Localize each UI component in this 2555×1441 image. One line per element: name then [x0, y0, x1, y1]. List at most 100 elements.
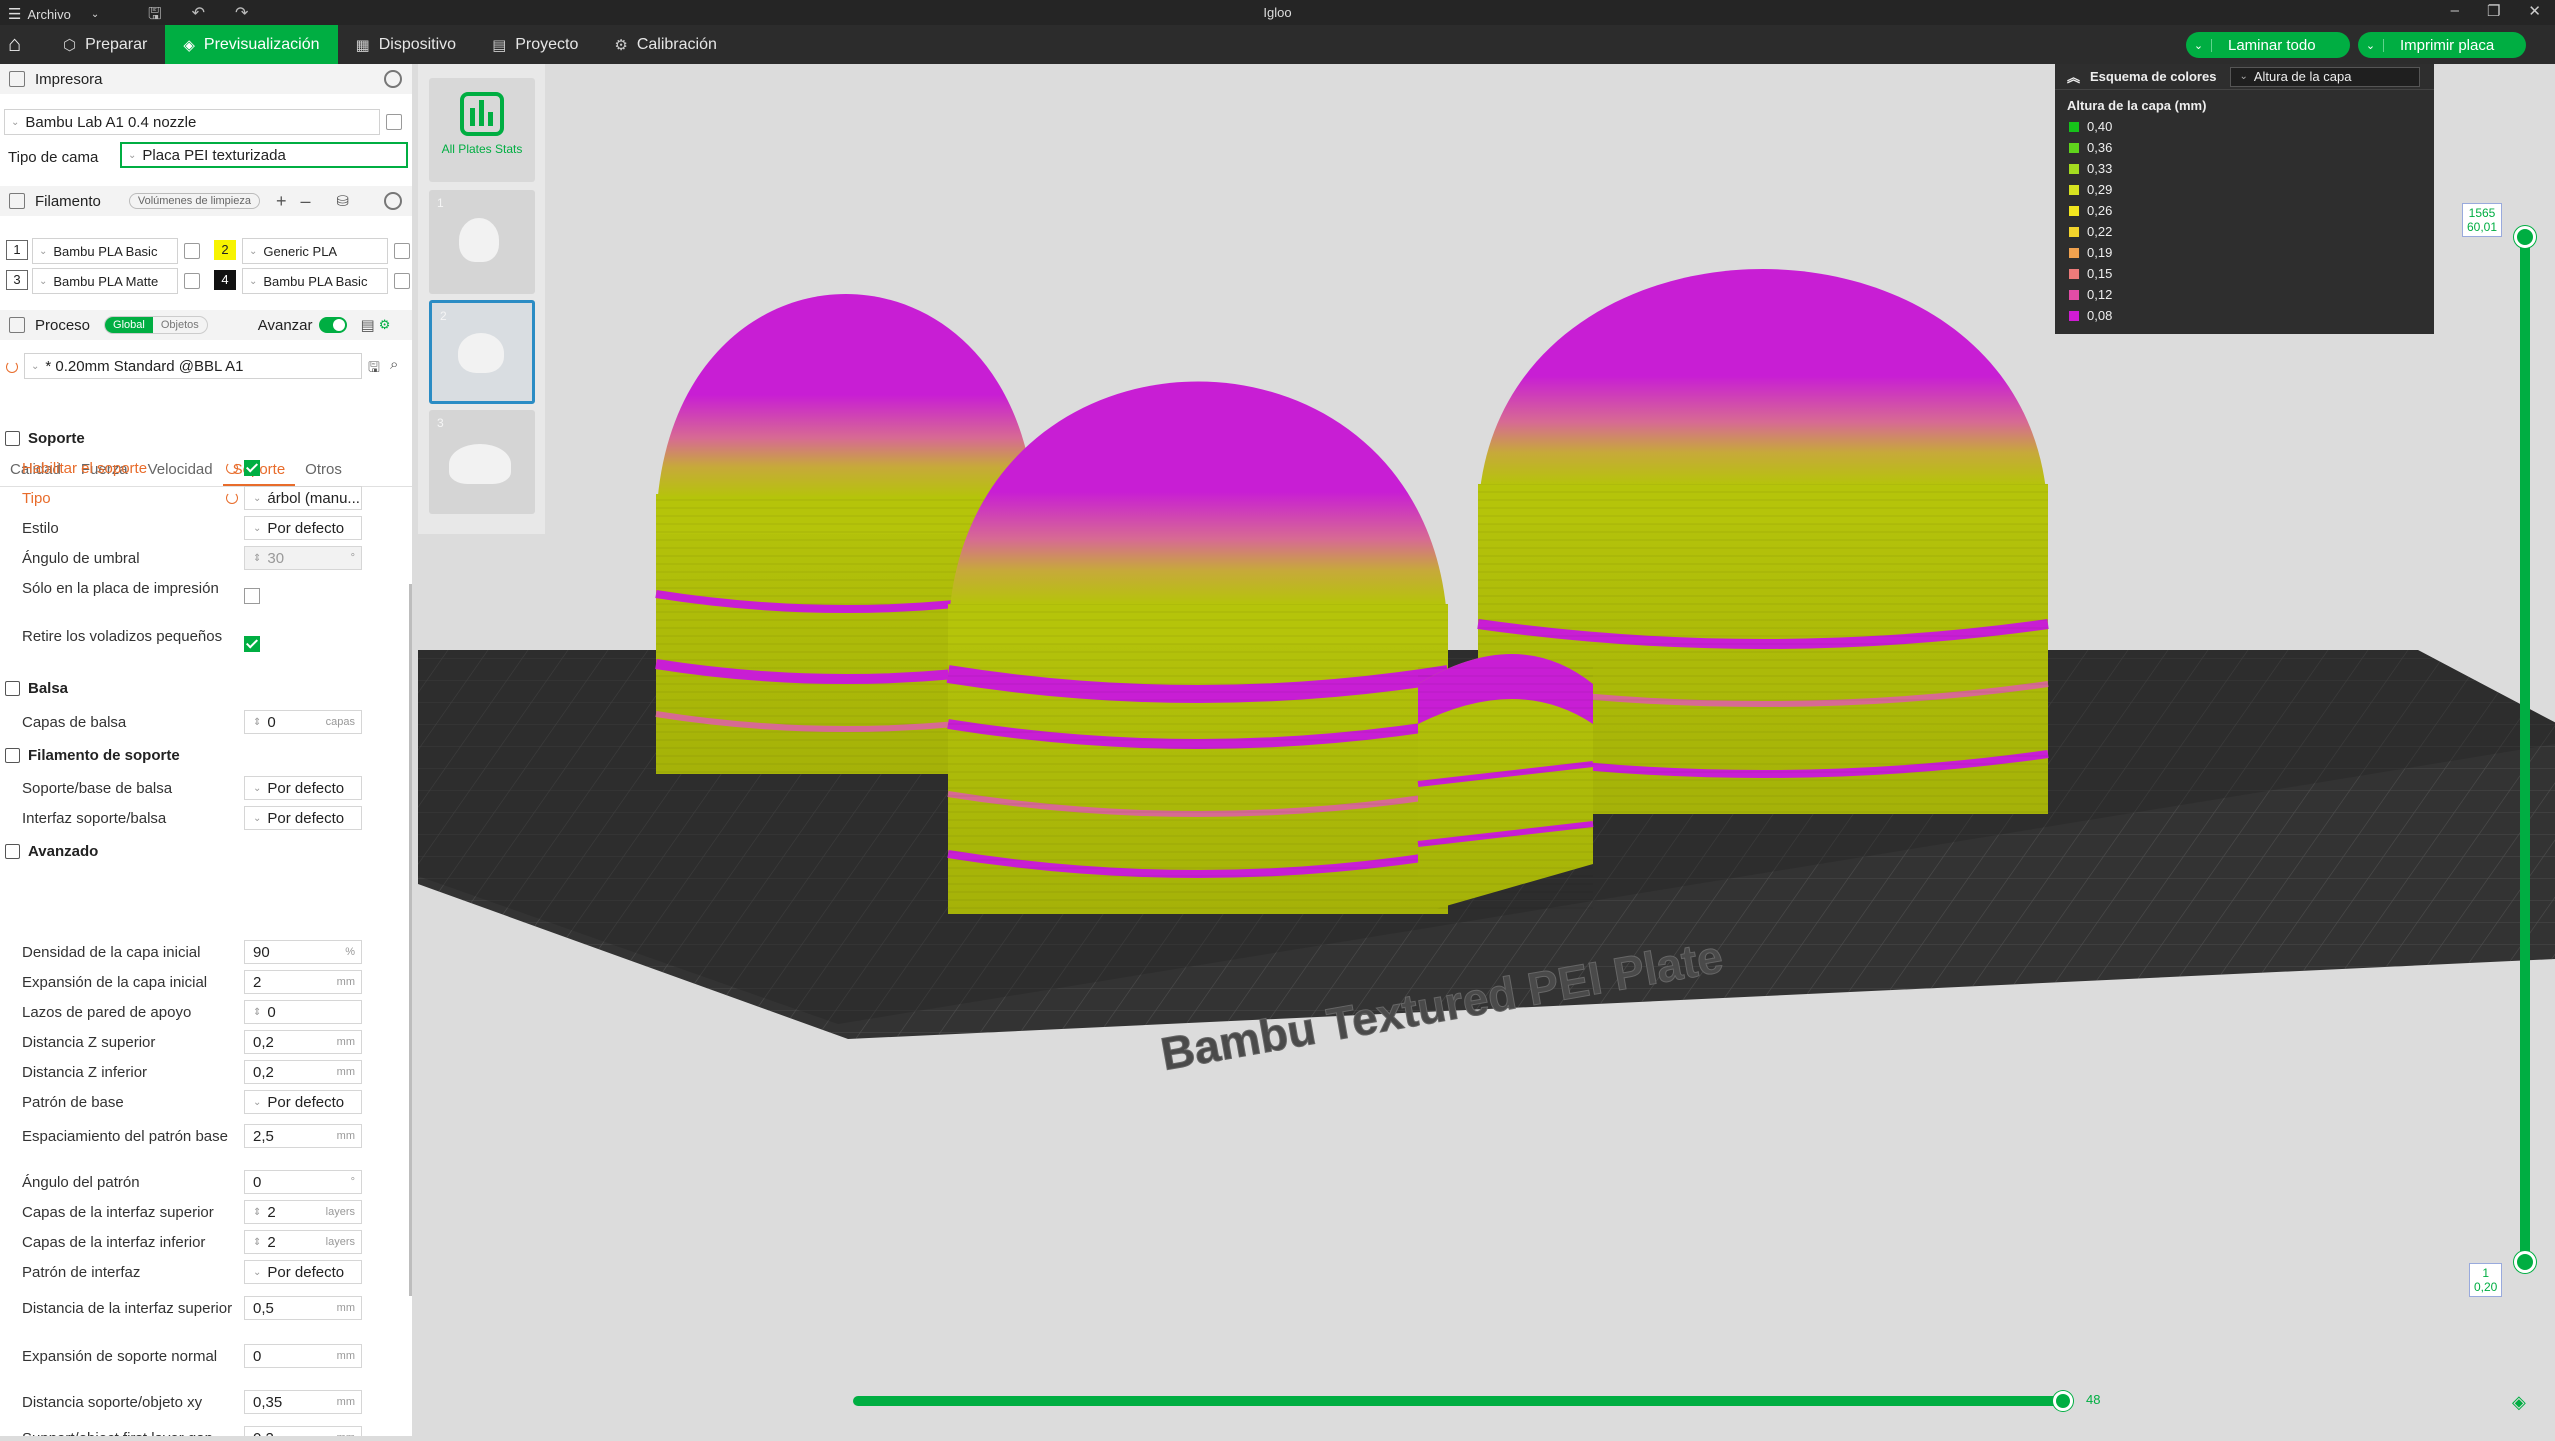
- remove-small-overhangs-label: Retire los voladizos pequeños: [22, 628, 223, 645]
- raft-layers-input[interactable]: ⇕ 0 capas: [244, 710, 362, 734]
- toggle-global[interactable]: Global: [105, 317, 153, 333]
- tab-label: Previsualización: [203, 35, 320, 53]
- igloo-thumbnail-icon: [458, 333, 504, 373]
- reset-icon[interactable]: [6, 361, 18, 373]
- chevron-down-icon[interactable]: ⌄: [2186, 38, 2212, 52]
- support-type-select[interactable]: ⌄ árbol (manu...: [244, 486, 362, 510]
- sidebar-scrollbar[interactable]: [409, 584, 412, 1296]
- sync-icon[interactable]: ⛁: [337, 192, 350, 210]
- tab-device[interactable]: ▦ Dispositivo: [338, 25, 475, 64]
- color-scheme-select[interactable]: ⌄ Altura de la capa: [2230, 66, 2421, 87]
- filament-select-1[interactable]: ⌄ Bambu PLA Basic: [32, 238, 178, 264]
- home-icon[interactable]: ⌂: [8, 33, 32, 55]
- advanced-setting-input[interactable]: ⇕ 2 layers: [244, 1200, 362, 1224]
- all-plates-stats-button[interactable]: All Plates Stats: [429, 78, 535, 182]
- support-style-select[interactable]: ⌄ Por defecto: [244, 516, 362, 540]
- remove-icon[interactable]: –: [301, 191, 311, 212]
- filament-select-4[interactable]: ⌄ Bambu PLA Basic: [242, 268, 388, 294]
- advanced-setting-input[interactable]: 0 mm: [244, 1344, 362, 1368]
- advanced-setting-input[interactable]: 0,2 mm: [244, 1060, 362, 1084]
- all-plates-stats-label: All Plates Stats: [441, 142, 523, 156]
- minimize-icon[interactable]: –: [2451, 2, 2459, 20]
- advanced-setting-input[interactable]: 0,2 mm: [244, 1030, 362, 1054]
- flush-volumes-button[interactable]: Volúmenes de limpieza: [128, 193, 260, 209]
- edit-icon[interactable]: [184, 243, 200, 259]
- filament-select-3[interactable]: ⌄ Bambu PLA Matte: [32, 268, 178, 294]
- legend-swatch: [2069, 247, 2079, 258]
- top-layer-handle[interactable]: [2514, 226, 2536, 248]
- advanced-setting-input[interactable]: 2,5 mm: [244, 1124, 362, 1148]
- group-title: Avanzado: [28, 842, 99, 860]
- filament-slot-2[interactable]: 2: [214, 240, 236, 260]
- support-base-filament-select[interactable]: ⌄ Por defecto: [244, 776, 362, 800]
- gear-icon[interactable]: [384, 70, 402, 88]
- advanced-setting-input[interactable]: 0,2 mm: [244, 1426, 362, 1436]
- tab-prepare[interactable]: ⬡ Preparar: [45, 25, 165, 64]
- advanced-setting-input[interactable]: ⌄ Por defecto: [244, 1260, 362, 1284]
- tab-calibration[interactable]: ⚙ Calibración: [596, 25, 735, 64]
- advanced-setting-input[interactable]: 2 mm: [244, 970, 362, 994]
- filament-slot-3[interactable]: 3: [6, 270, 28, 290]
- filament-icon: [5, 747, 20, 763]
- filament-section-header[interactable]: Filamento Volúmenes de limpieza + – ⛁: [0, 186, 412, 216]
- toggle-objects[interactable]: Objetos: [153, 317, 207, 333]
- support-interface-filament-select[interactable]: ⌄ Por defecto: [244, 806, 362, 830]
- filament-icon: [9, 193, 25, 209]
- advanced-toggle[interactable]: [318, 317, 347, 333]
- advanced-setting-input[interactable]: 0,5 mm: [244, 1296, 362, 1320]
- legend-header: Esquema de colores: [2090, 69, 2217, 84]
- global-objects-toggle[interactable]: Global Objetos: [104, 316, 208, 334]
- save-preset-icon[interactable]: 🖫: [368, 357, 380, 381]
- tab-others[interactable]: Otros: [295, 456, 352, 486]
- enable-support-checkbox[interactable]: [244, 460, 260, 476]
- filament-select-2[interactable]: ⌄ Generic PLA: [242, 238, 388, 264]
- add-icon[interactable]: +: [276, 191, 287, 212]
- edit-icon[interactable]: [184, 273, 200, 289]
- printer-select[interactable]: ⌄ Bambu Lab A1 0.4 nozzle: [4, 109, 380, 135]
- chevron-down-icon[interactable]: ⌄: [2358, 38, 2384, 52]
- advanced-setting-input[interactable]: ⇕ 0: [244, 1000, 362, 1024]
- legend-items: 0,40 0,36 0,33 0,29 0,26 0,22 0,19 0,15 0,12 0,08: [2055, 116, 2434, 326]
- plate-thumbnail-3[interactable]: 3: [429, 410, 535, 514]
- bottom-layer-handle[interactable]: [2514, 1251, 2536, 1273]
- edit-icon[interactable]: [394, 243, 410, 259]
- reset-icon[interactable]: [226, 492, 238, 504]
- layers-icon[interactable]: ◈: [2512, 1392, 2532, 1412]
- on-build-plate-only-checkbox[interactable]: [244, 588, 260, 604]
- group-title: Soporte: [28, 429, 85, 447]
- tab-project[interactable]: ▤ Proyecto: [474, 25, 596, 64]
- advanced-setting-input[interactable]: ⇕ 2 layers: [244, 1230, 362, 1254]
- gcode-move-slider[interactable]: [853, 1396, 2065, 1406]
- threshold-angle-input[interactable]: ⇕ 30 °: [244, 546, 362, 570]
- printer-section-header[interactable]: Impresora: [0, 64, 412, 94]
- edit-icon[interactable]: [386, 114, 402, 130]
- close-icon[interactable]: ✕: [2528, 2, 2541, 20]
- advanced-setting-input[interactable]: 0,35 mm: [244, 1390, 362, 1414]
- move-handle[interactable]: [2053, 1391, 2073, 1411]
- stepper-icon: ⇕: [253, 1236, 262, 1248]
- tab-preview[interactable]: ◈ Previsualización: [165, 25, 338, 64]
- advanced-setting-input[interactable]: ⌄ Por defecto: [244, 1090, 362, 1114]
- compare-icon[interactable]: ▤: [361, 316, 375, 334]
- search-icon[interactable]: ⌕: [390, 356, 398, 373]
- restore-icon[interactable]: ❐: [2487, 2, 2500, 20]
- filament-slot-4[interactable]: 4: [214, 270, 236, 290]
- remove-small-overhangs-checkbox[interactable]: [244, 636, 260, 652]
- advanced-setting-input[interactable]: 90%: [244, 940, 362, 964]
- filament-slot-1[interactable]: 1: [6, 240, 28, 260]
- edit-icon[interactable]: [394, 273, 410, 289]
- settings-icon[interactable]: ⚙: [379, 317, 391, 333]
- print-plate-button[interactable]: ⌄ Imprimir placa: [2358, 32, 2527, 58]
- bed-type-select[interactable]: ⌄ Placa PEI texturizada: [120, 142, 408, 168]
- plate-thumbnail-2[interactable]: 2: [429, 300, 535, 404]
- chevron-down-icon: ⌄: [2239, 71, 2248, 82]
- collapse-icon[interactable]: ︽: [2067, 67, 2080, 86]
- layer-range-slider[interactable]: [2520, 235, 2530, 1263]
- gear-icon[interactable]: [384, 192, 402, 210]
- support-base-filament-label: Soporte/base de balsa: [22, 780, 173, 797]
- reset-icon[interactable]: [226, 462, 238, 474]
- slice-all-button[interactable]: ⌄ Laminar todo: [2186, 32, 2350, 58]
- process-preset-select[interactable]: ⌄ * 0.20mm Standard @BBL A1: [24, 353, 362, 379]
- advanced-setting-input[interactable]: 0 °: [244, 1170, 362, 1194]
- plate-thumbnail-1[interactable]: 1: [429, 190, 535, 294]
